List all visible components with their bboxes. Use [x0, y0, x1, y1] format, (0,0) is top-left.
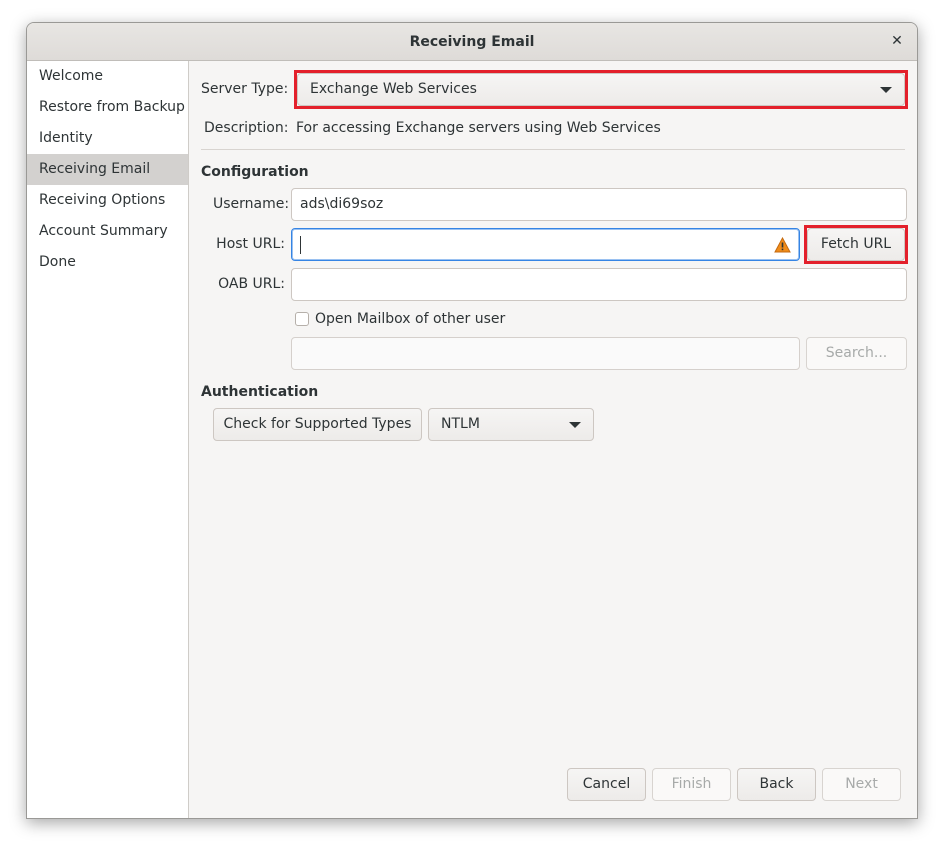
chevron-down-icon — [880, 87, 892, 93]
open-mailbox-label[interactable]: Open Mailbox of other user — [315, 311, 505, 327]
authentication-heading: Authentication — [201, 384, 319, 400]
window-title: Receiving Email — [409, 33, 535, 50]
sidebar-item-welcome[interactable]: Welcome — [27, 61, 188, 92]
server-type-dropdown[interactable]: Exchange Web Services — [297, 73, 905, 106]
open-mailbox-checkbox[interactable] — [295, 312, 309, 326]
fetch-url-button[interactable]: Fetch URL — [807, 228, 905, 261]
sidebar-item-done[interactable]: Done — [27, 247, 188, 278]
receiving-email-dialog: Receiving Email ✕ Welcome Restore from B… — [26, 22, 918, 819]
sidebar-item-receiving-options[interactable]: Receiving Options — [27, 185, 188, 216]
host-url-input[interactable] — [291, 228, 800, 261]
sidebar-item-receiving-email[interactable]: Receiving Email — [27, 154, 188, 185]
close-icon[interactable]: ✕ — [887, 31, 907, 51]
next-button[interactable]: Next — [822, 768, 901, 801]
host-url-label: Host URL: — [216, 236, 285, 252]
back-button[interactable]: Back — [737, 768, 816, 801]
oab-url-label: OAB URL: — [218, 276, 285, 292]
finish-button[interactable]: Finish — [652, 768, 731, 801]
description-label: Description: — [204, 120, 289, 136]
cancel-button[interactable]: Cancel — [567, 768, 646, 801]
sidebar: Welcome Restore from Backup Identity Rec… — [27, 61, 189, 818]
check-supported-types-button[interactable]: Check for Supported Types — [213, 408, 422, 441]
username-label: Username: — [213, 196, 290, 212]
auth-method-dropdown[interactable]: NTLM — [428, 408, 594, 441]
configuration-heading: Configuration — [201, 164, 309, 180]
main-content: Server Type: Exchange Web Services Descr… — [189, 61, 917, 818]
separator — [201, 149, 905, 150]
sidebar-item-identity[interactable]: Identity — [27, 123, 188, 154]
sidebar-item-account-summary[interactable]: Account Summary — [27, 216, 188, 247]
title-bar: Receiving Email ✕ — [27, 23, 917, 61]
other-user-input[interactable] — [291, 337, 800, 370]
search-button[interactable]: Search... — [806, 337, 907, 370]
description-value: For accessing Exchange servers using Web… — [296, 120, 661, 136]
username-value: ads\di69soz — [300, 196, 384, 212]
server-type-value: Exchange Web Services — [310, 81, 477, 97]
sidebar-item-restore-from-backup[interactable]: Restore from Backup — [27, 92, 188, 123]
chevron-down-icon — [569, 422, 581, 428]
warning-icon — [774, 237, 791, 253]
username-input[interactable]: ads\di69soz — [291, 188, 907, 221]
oab-url-input[interactable] — [291, 268, 907, 301]
auth-method-value: NTLM — [441, 416, 480, 432]
server-type-label: Server Type: — [201, 81, 289, 97]
text-cursor — [300, 236, 301, 254]
